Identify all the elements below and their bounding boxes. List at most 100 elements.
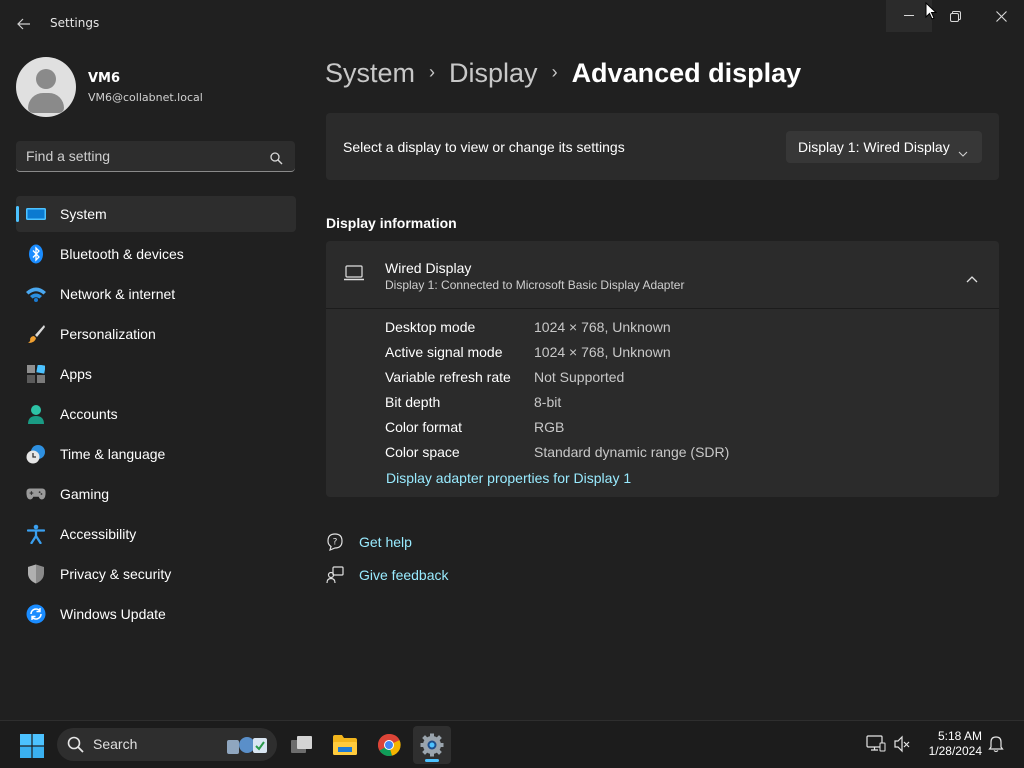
taskbar-search-box[interactable]: Search: [57, 728, 277, 761]
help-icon: ?: [326, 533, 344, 555]
settings-window: Settings VM6 VM6@collabnet.local Syst: [0, 0, 1024, 720]
network-icon[interactable]: [866, 735, 886, 757]
sidebar-item-privacy-security[interactable]: Privacy & security: [16, 556, 296, 592]
breadcrumb: System › Display › Advanced display: [325, 58, 801, 89]
search-icon: [67, 736, 84, 757]
display-dropdown[interactable]: Display 1: Wired Display: [786, 131, 982, 163]
user-name: VM6: [88, 71, 121, 86]
settings-taskbar-button[interactable]: [413, 726, 451, 764]
sidebar-item-network-internet[interactable]: Network & internet: [16, 276, 296, 312]
sidebar-item-time-language[interactable]: Time & language: [16, 436, 296, 472]
give-feedback-row[interactable]: Give feedback: [326, 566, 449, 588]
maximize-button[interactable]: [932, 0, 978, 32]
display-info-rows: Desktop mode 1024 × 768, Unknown Active s…: [385, 319, 729, 469]
system-icon: [26, 204, 46, 224]
page-title: Advanced display: [571, 58, 802, 88]
clock-time: 5:18 AM: [937, 729, 982, 743]
speaker-muted-icon[interactable]: [893, 735, 911, 757]
notification-bell-icon[interactable]: [988, 735, 1004, 757]
active-app-indicator: [425, 759, 439, 762]
avatar[interactable]: [16, 57, 76, 117]
update-icon: [26, 604, 46, 624]
info-value: 8-bit: [534, 394, 562, 410]
info-row: Color space Standard dynamic range (SDR): [385, 444, 729, 469]
info-key: Active signal mode: [385, 344, 503, 360]
file-explorer-icon[interactable]: [326, 726, 364, 764]
select-display-label: Select a display to view or change its s…: [343, 139, 625, 155]
back-arrow-icon[interactable]: [10, 10, 38, 38]
app-title: Settings: [50, 16, 100, 30]
windows-start-icon[interactable]: [20, 734, 44, 762]
select-display-card: Select a display to view or change its s…: [326, 113, 999, 180]
search-highlight-icon: [225, 734, 271, 760]
sidebar-item-label: Bluetooth & devices: [60, 246, 184, 262]
wifi-icon: [26, 284, 46, 304]
close-button[interactable]: [978, 0, 1024, 32]
minimize-icon: [904, 15, 914, 16]
breadcrumb-display[interactable]: Display: [449, 58, 538, 88]
settings-icon: [420, 733, 444, 757]
display-dropdown-value: Display 1: Wired Display: [798, 139, 950, 155]
search-icon[interactable]: [270, 150, 283, 169]
sidebar-item-label: Personalization: [60, 326, 156, 342]
mouse-cursor-icon: [925, 1, 938, 24]
accounts-icon: [26, 404, 46, 424]
chevron-down-icon: [958, 142, 968, 161]
sidebar-item-label: Network & internet: [60, 286, 176, 302]
info-row: Active signal mode 1024 × 768, Unknown: [385, 344, 729, 369]
laptop-icon: [344, 265, 364, 285]
info-row: Variable refresh rate Not Supported: [385, 369, 729, 394]
breadcrumb-system[interactable]: System: [325, 58, 415, 88]
apps-icon: [26, 364, 46, 384]
display-name: Wired Display: [385, 260, 472, 276]
display-information-heading: Display information: [326, 215, 457, 231]
find-setting-input[interactable]: [26, 147, 256, 165]
sidebar-item-accounts[interactable]: Accounts: [16, 396, 296, 432]
display-info-header[interactable]: Wired Display Display 1: Connected to Mi…: [326, 241, 999, 309]
sidebar-item-gaming[interactable]: Gaming: [16, 476, 296, 512]
sidebar-item-label: Windows Update: [60, 606, 166, 622]
sidebar-item-windows-update[interactable]: Windows Update: [16, 596, 296, 632]
info-row: Desktop mode 1024 × 768, Unknown: [385, 319, 729, 344]
gamepad-icon: [26, 484, 46, 504]
user-email: VM6@collabnet.local: [88, 91, 203, 104]
sidebar-item-label: System: [60, 206, 107, 222]
sidebar-item-apps[interactable]: Apps: [16, 356, 296, 392]
taskbar-search-label: Search: [93, 736, 138, 752]
title-bar: Settings: [0, 0, 1024, 48]
sidebar-item-bluetooth-devices[interactable]: Bluetooth & devices: [16, 236, 296, 272]
restore-icon: [949, 10, 961, 22]
info-value: 1024 × 768, Unknown: [534, 344, 671, 360]
get-help-row[interactable]: ? Get help: [326, 533, 412, 555]
info-row: Bit depth 8-bit: [385, 394, 729, 419]
accessibility-icon: [26, 524, 46, 544]
sidebar-nav: System Bluetooth & devices Network & int…: [16, 196, 296, 636]
info-key: Color space: [385, 444, 460, 460]
info-key: Desktop mode: [385, 319, 476, 335]
sidebar-item-system[interactable]: System: [16, 196, 296, 232]
info-value: RGB: [534, 419, 565, 435]
taskbar-clock[interactable]: 5:18 AM 1/28/2024: [920, 729, 982, 759]
info-key: Variable refresh rate: [385, 369, 511, 385]
shield-icon: [26, 564, 46, 584]
info-value: 1024 × 768, Unknown: [534, 319, 671, 335]
clock-globe-icon: [26, 444, 46, 464]
close-icon: [995, 10, 1007, 22]
info-value: Not Supported: [534, 369, 625, 385]
display-subtitle: Display 1: Connected to Microsoft Basic …: [385, 278, 685, 292]
display-adapter-properties-link[interactable]: Display adapter properties for Display 1: [386, 470, 631, 486]
bluetooth-icon: [26, 244, 46, 264]
find-setting-box[interactable]: [16, 141, 295, 172]
paintbrush-icon: [26, 324, 46, 344]
chevron-up-icon[interactable]: [966, 268, 978, 287]
sidebar-item-label: Time & language: [60, 446, 166, 462]
display-information-card: Wired Display Display 1: Connected to Mi…: [326, 241, 999, 497]
give-feedback-link[interactable]: Give feedback: [359, 567, 449, 583]
sidebar-item-label: Gaming: [60, 486, 110, 502]
sidebar-item-accessibility[interactable]: Accessibility: [16, 516, 296, 552]
sidebar-item-personalization[interactable]: Personalization: [16, 316, 296, 352]
get-help-link[interactable]: Get help: [359, 534, 412, 550]
chrome-icon[interactable]: [370, 726, 408, 764]
task-view-icon[interactable]: [283, 726, 321, 764]
sidebar-item-label: Apps: [60, 366, 92, 382]
